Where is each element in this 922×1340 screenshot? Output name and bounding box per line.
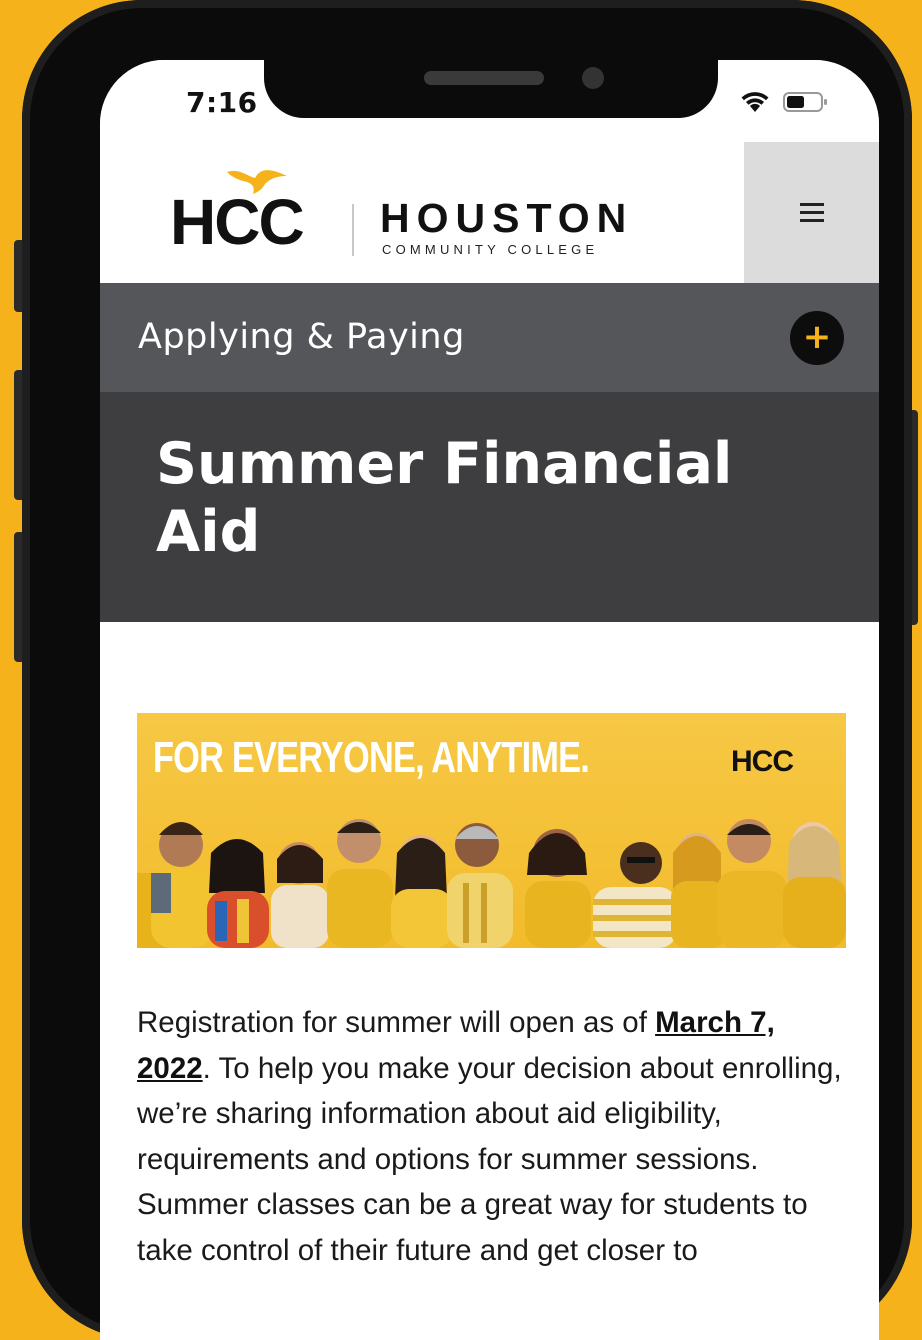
hamburger-icon <box>799 202 824 223</box>
hcc-logo[interactable]: HCC HOUSTON COMMUNITY COLLEGE <box>170 162 650 262</box>
phone-frame: 7:16 HCC HOUSTON COMMUNITY COLLEGE Apply… <box>22 0 912 1340</box>
section-title: Applying & Paying <box>138 317 465 357</box>
banner-logo: HCC <box>731 745 794 778</box>
wifi-icon <box>741 92 769 112</box>
expand-plus-button[interactable]: + <box>790 311 844 365</box>
notch <box>264 60 718 118</box>
logo-name: HOUSTON <box>380 195 634 241</box>
site-header: HCC HOUSTON COMMUNITY COLLEGE <box>100 142 879 283</box>
intro-text-after: . To help you make your decision about e… <box>137 1051 842 1267</box>
promo-banner: FOR EVERYONE, ANYTIME. HCC <box>137 713 846 948</box>
intro-paragraph: Registration for summer will open as of … <box>137 1000 849 1273</box>
logo-mark: HCC <box>170 186 305 258</box>
front-camera <box>582 67 604 89</box>
status-bar: 7:16 <box>100 60 879 142</box>
intro-text-before: Registration for summer will open as of <box>137 1006 656 1039</box>
page-title: Summer Financial Aid <box>156 431 733 565</box>
plus-icon: + <box>802 317 832 357</box>
logo-divider <box>352 204 354 256</box>
menu-button[interactable] <box>744 142 879 283</box>
logo-subtitle: COMMUNITY COLLEGE <box>382 242 599 257</box>
battery-icon <box>783 92 827 112</box>
speaker <box>424 71 544 85</box>
phone-screen: 7:16 HCC HOUSTON COMMUNITY COLLEGE Apply… <box>100 60 879 1340</box>
page-hero: Summer Financial Aid <box>100 392 879 622</box>
status-time: 7:16 <box>186 86 258 119</box>
section-nav-bar[interactable]: Applying & Paying + <box>100 283 879 392</box>
banner-headline: FOR EVERYONE, ANYTIME. <box>153 733 590 782</box>
